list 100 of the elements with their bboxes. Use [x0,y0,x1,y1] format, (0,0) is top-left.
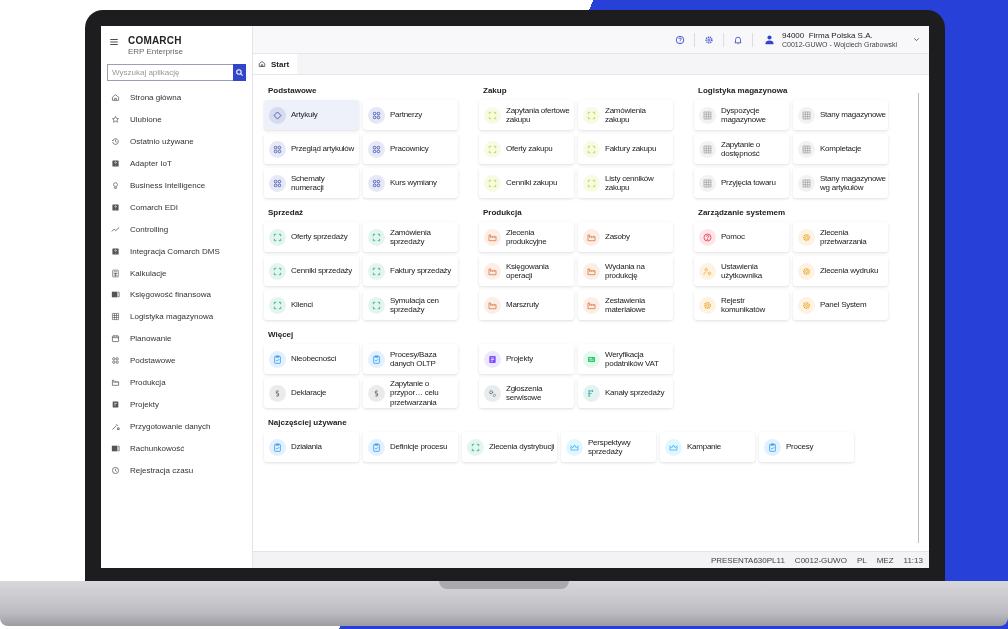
clipboard-icon [368,438,385,456]
sidebar-item[interactable]: Projekty [101,393,252,416]
app-tile[interactable]: Projekty [479,344,574,374]
sidebar-item[interactable]: Adapter IoT [101,152,252,175]
app-tile[interactable]: Zlecenia dystrybucji [462,432,557,462]
app-tile[interactable]: Zgłoszenia serwisowe [479,378,574,408]
app-tile[interactable]: Dyspozycje magazynowe [694,100,789,130]
app-tile[interactable]: Działania [264,432,359,462]
grid-icon [798,140,815,158]
user-icon[interactable] [764,34,775,45]
app-tile[interactable]: Stany magazynowe [793,100,888,130]
app-tile[interactable]: Zapytanie o przypor… celu przetwarzania [363,378,458,408]
home-icon [111,93,120,103]
app-tile[interactable]: Klienci [264,290,359,320]
status-text: MEZ [876,555,894,565]
app-tile[interactable]: Zlecenia produkcyjne [479,222,574,252]
sidebar-item[interactable]: Przygotowanie danych [101,415,252,438]
app-tile[interactable]: Nieobecności [264,344,359,374]
sidebar-item[interactable]: Integracja Comarch DMS [101,240,252,263]
factory-icon [583,228,600,246]
trend-icon [111,224,120,234]
expand-icon [467,438,484,456]
app-tile[interactable]: Zasoby [578,222,673,252]
factory-icon [484,262,501,280]
sidebar-item[interactable]: Strona główna [101,87,252,109]
factory-icon [583,262,600,280]
sidebar-item[interactable]: Controlling [101,218,252,241]
app-tile[interactable]: Procesy/Baza danych OLTP [363,344,458,374]
app-tile[interactable]: Cenniki zakupu [479,168,574,198]
app-tile[interactable]: Zapytania ofertowe zakupu [479,100,574,130]
app-tile[interactable]: Listy cenników zakupu [578,168,673,198]
gear-icon [699,296,716,314]
app-tile[interactable]: Faktury zakupu [578,134,673,164]
app-tile[interactable]: Zlecenia przetwarzania [793,222,888,252]
sidebar-item[interactable]: Rachunkowość [101,437,252,460]
sidebar-item[interactable]: Planowanie [101,327,252,350]
expand-icon [484,174,501,192]
sidebar-item[interactable]: Business Intelligence [101,174,252,197]
expand-icon [269,296,286,314]
app-tile[interactable]: Panel System [793,290,888,320]
sidebar-item[interactable]: Podstawowe [101,349,252,372]
factory-icon [484,296,501,314]
app-tile[interactable]: Cenniki sprzedaży [264,256,359,286]
sidebar-item[interactable]: Logistyka magazynowa [101,305,252,328]
app-tile[interactable]: Artykuły [264,100,359,130]
app-tile[interactable]: Procesy [759,432,854,462]
calendar-icon [111,334,120,344]
app-tile[interactable]: Faktury sprzedaży [363,256,458,286]
app-tile[interactable]: Schematy numeracji [264,168,359,198]
home-icon [258,60,266,68]
sidebar-item[interactable]: Kalkulacje [101,262,252,284]
scrollbar[interactable] [918,93,919,543]
app-tile[interactable]: Pracownicy [363,134,458,164]
search-field[interactable]: Wyszukaj aplikację [107,64,233,81]
ledger-icon [111,443,120,453]
settings-icon[interactable] [704,34,714,45]
app-tile[interactable]: Kanały sprzedaży [578,378,673,408]
section-heading: Zakup [483,86,508,95]
app-tile[interactable]: Przyjęcia towaru [694,168,789,198]
app-tile[interactable]: Partnerzy [363,100,458,130]
app-tile[interactable]: Stany magazynowe wg artykułów [793,168,888,198]
app-tile[interactable]: Zlecenia wydruku [793,256,888,286]
tab[interactable]: Start [253,54,298,74]
app-tile[interactable]: Ustawienia użytkownika [694,256,789,286]
app-tile[interactable]: Definicje procesu [363,432,458,462]
app-tile[interactable]: Zamówienia zakupu [578,100,673,130]
bell-icon[interactable] [733,34,743,45]
app-tile[interactable]: Deklaracje [264,378,359,408]
app-tile[interactable]: Pomoc [694,222,789,252]
chevron-down-icon[interactable] [912,35,921,44]
help-icon[interactable] [675,34,685,45]
app-tile[interactable]: Symulacja cen sprzedaży [363,290,458,320]
sidebar-item[interactable]: Księgowość finansowa [101,284,252,306]
document-icon [111,399,120,409]
app-tile[interactable]: Wydania na produkcję [578,256,673,286]
app-tile[interactable]: Oferty sprzedaży [264,222,359,252]
app-tile[interactable]: Kampanie [660,432,755,462]
app-tile[interactable]: Kurs wymiany [363,168,458,198]
gears-icon [484,384,501,402]
app-tile[interactable]: Kompletacje [793,134,888,164]
sidebar-item[interactable]: Ostatnio używane [101,130,252,153]
menu-icon[interactable] [109,37,119,47]
sidebar-item[interactable]: Ulubione [101,108,252,131]
sidebar-item[interactable]: Produkcja [101,371,252,394]
app-tile[interactable]: Marszruty [479,290,574,320]
app-tile[interactable]: Księgowania operacji [479,256,574,286]
app-tile[interactable]: Weryfikacja podatników VAT [578,344,673,374]
app-tile[interactable]: Perspektywy sprzedaży [561,432,656,462]
gear-icon [798,296,815,314]
sidebar-item[interactable]: Rejestracja czasu [101,459,252,482]
grid-icon [699,174,716,192]
app-tile[interactable]: Zapytanie o dostępność [694,134,789,164]
app-tile[interactable]: Przegląd artykułów [264,134,359,164]
app-tile[interactable]: Oferty zakupu [479,134,574,164]
app-tile[interactable]: Zestawienia materiałowe [578,290,673,320]
app-tile[interactable]: Rejestr komunikatów [694,290,789,320]
search-button[interactable] [233,64,246,81]
sidebar-item[interactable]: Comarch EDI [101,196,252,219]
app-tile[interactable]: Zamówienia sprzedaży [363,222,458,252]
grid-icon [699,106,716,124]
